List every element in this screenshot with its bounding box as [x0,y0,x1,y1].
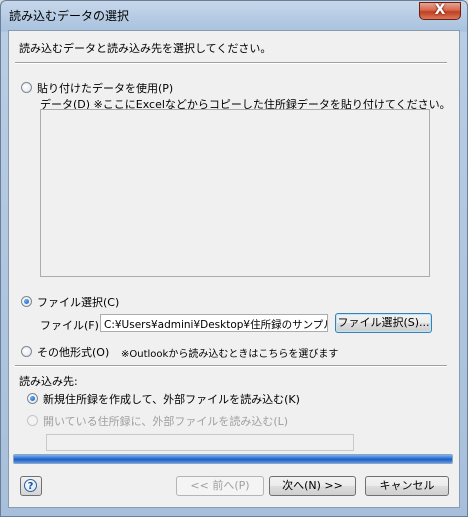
new-addressbook-label[interactable]: 新規住所録を作成して、外部ファイルを読み込む(K) [43,391,300,407]
outlook-note: ※Outlookから読み込むときはこちらを選びます [121,349,339,360]
paste-data-radio[interactable] [21,82,32,93]
open-addressbook-label: 開いている住所録に、外部ファイルを読み込む(L) [43,415,289,428]
back-button: << 前へ(P) [176,476,264,496]
destination-addressbook-field [46,434,354,451]
next-button[interactable]: 次へ(N) >> [269,476,356,496]
other-format-radio[interactable] [21,346,32,357]
file-path-input[interactable]: C:¥Users¥admini¥Desktop¥住所録のサンプル [100,314,328,332]
file-label: ファイル(F) [40,319,99,332]
divider [15,62,447,64]
file-select-label[interactable]: ファイル選択(C) [37,294,119,310]
progress-fill [14,455,452,463]
instruction-text: 読み込むデータと読み込み先を選択してください。 [19,42,272,55]
paste-data-textarea[interactable] [40,109,430,277]
title-bar[interactable]: 読み込むデータの選択 X [1,1,467,29]
open-addressbook-radio [27,415,38,426]
cancel-button[interactable]: キャンセル [365,476,449,496]
help-icon: ? [24,479,37,492]
divider [15,365,447,367]
new-addressbook-radio[interactable] [27,393,38,404]
progress-bar [13,454,453,464]
paste-data-label[interactable]: 貼り付けたデータを使用(P) [37,80,173,96]
close-icon: X [434,2,446,18]
destination-heading: 読み込み先: [19,375,78,388]
help-button[interactable]: ? [20,476,42,496]
window-title: 読み込むデータの選択 [9,9,130,23]
close-button[interactable]: X [419,2,461,20]
dialog-window: 読み込むデータの選択 X 読み込むデータと読み込み先を選択してください。 貼り付… [0,0,468,517]
file-select-radio[interactable] [21,296,32,307]
browse-file-button[interactable]: ファイル選択(S)... [335,313,432,333]
other-format-label[interactable]: その他形式(O) [37,344,109,360]
dialog-body: 読み込むデータと読み込み先を選択してください。 貼り付けたデータを使用(P) デ… [8,30,460,508]
